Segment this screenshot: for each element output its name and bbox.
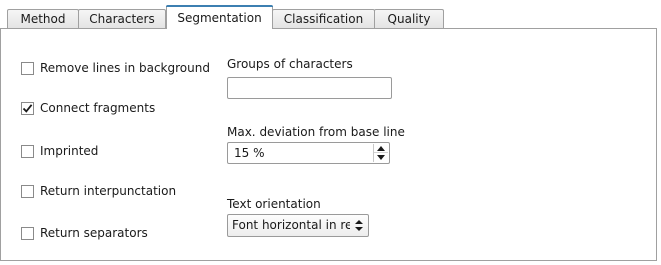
return-interpunctation-checkbox-row[interactable]: Return interpunctation	[21, 184, 176, 198]
imprinted-label: Imprinted	[40, 144, 99, 158]
tab-segmentation-label: Segmentation	[177, 10, 262, 25]
max-deviation-spin-buttons	[373, 144, 388, 162]
connect-fragments-label: Connect fragments	[40, 101, 156, 115]
tab-method-label: Method	[20, 12, 66, 26]
connect-fragments-checkbox[interactable]	[21, 101, 34, 115]
text-orientation-select[interactable]: Font horizontal in re	[227, 214, 369, 237]
tab-classification-label: Classification	[283, 12, 364, 26]
remove-lines-checkbox-row[interactable]: Remove lines in background	[21, 61, 210, 75]
text-orientation-value: Font horizontal in re	[232, 218, 350, 232]
return-separators-checkbox-row[interactable]: Return separators	[21, 226, 148, 240]
spin-down-button[interactable]	[374, 153, 388, 162]
tab-classification[interactable]: Classification	[272, 9, 375, 28]
tab-method[interactable]: Method	[7, 9, 79, 28]
return-interpunctation-checkbox[interactable]	[21, 184, 34, 198]
groups-of-characters-input[interactable]	[227, 77, 392, 99]
return-interpunctation-label: Return interpunctation	[40, 184, 177, 198]
max-deviation-label: Max. deviation from base line	[227, 125, 405, 139]
spin-up-button[interactable]	[374, 144, 388, 153]
tab-characters[interactable]: Characters	[78, 9, 166, 28]
tab-quality[interactable]: Quality	[374, 9, 444, 28]
tab-segmentation[interactable]: Segmentation	[166, 5, 273, 29]
return-separators-label: Return separators	[40, 226, 148, 240]
text-orientation-label: Text orientation	[227, 197, 321, 211]
max-deviation-spinbox[interactable]: 15 %	[227, 142, 390, 164]
connect-fragments-checkbox-row[interactable]: Connect fragments	[21, 101, 155, 115]
remove-lines-label: Remove lines in background	[40, 61, 210, 75]
remove-lines-checkbox[interactable]	[21, 61, 34, 75]
tab-quality-label: Quality	[387, 12, 431, 26]
groups-of-characters-label: Groups of characters	[227, 57, 353, 71]
tab-characters-label: Characters	[89, 12, 155, 26]
arrow-up-icon	[377, 145, 385, 151]
imprinted-checkbox-row[interactable]: Imprinted	[21, 144, 98, 158]
imprinted-checkbox[interactable]	[21, 144, 34, 158]
return-separators-checkbox[interactable]	[21, 226, 34, 240]
max-deviation-value: 15 %	[234, 146, 265, 160]
checkmark-icon	[22, 103, 33, 113]
updown-arrows-icon	[355, 220, 363, 231]
tab-bar: Method Characters Segmentation Classific…	[0, 0, 661, 29]
arrow-down-icon	[377, 155, 385, 160]
